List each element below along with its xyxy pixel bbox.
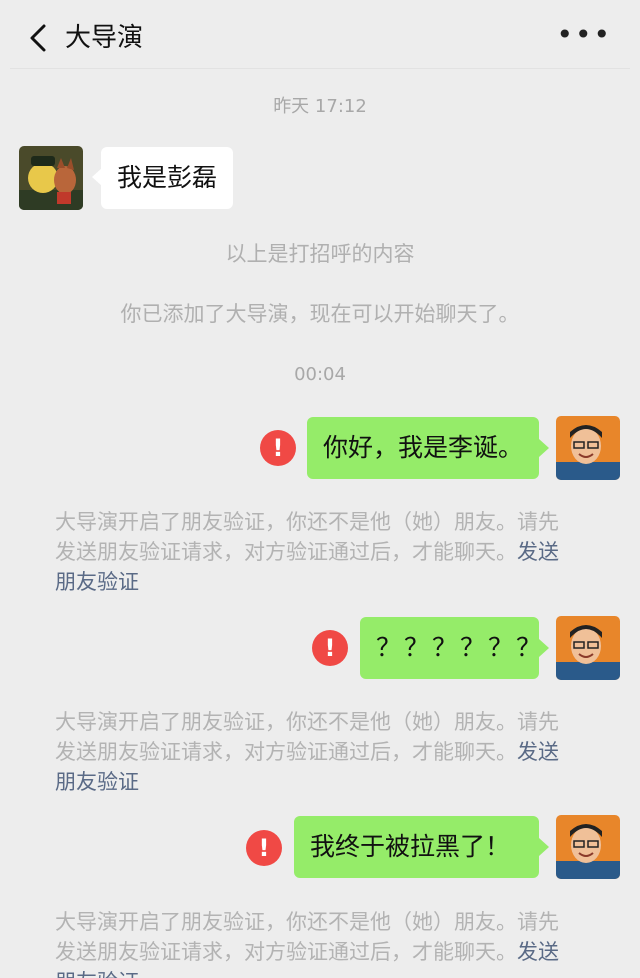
bubble-tail [539,838,549,856]
timestamp: 00:04 [294,364,346,385]
avatar-image [19,146,83,210]
user-avatar[interactable] [556,616,620,680]
message-bubble-outgoing[interactable]: 我终于被拉黑了！ [294,816,539,878]
verification-notice: 大导演开启了朋友验证，你还不是他（她）朋友。请先 发送朋友验证请求，对方验证通过… [55,507,595,597]
timestamp: 昨天 17:12 [273,96,367,117]
send-failed-icon[interactable]: ! [312,630,348,666]
avatar-image [556,616,620,680]
bubble-tail [539,639,549,657]
send-failed-icon[interactable]: ! [246,830,282,866]
message-bubble-outgoing[interactable]: ？？？？？？ [360,617,541,679]
verification-notice: 大导演开启了朋友验证，你还不是他（她）朋友。请先 发送朋友验证请求，对方验证通过… [55,907,595,978]
send-verification-link[interactable]: 发送 [517,940,559,964]
more-options-button[interactable]: ••• [556,20,612,50]
bubble-tail [539,439,549,457]
user-avatar[interactable] [556,815,620,879]
send-failed-icon[interactable]: ! [260,430,296,466]
contact-avatar[interactable] [19,146,83,210]
message-bubble-outgoing[interactable]: 你好，我是李诞。 [307,417,539,479]
message-bubble-incoming[interactable]: 我是彭磊 [101,147,234,209]
chevron-left-icon [30,24,46,52]
send-verification-link[interactable]: 朋友验证 [55,567,595,597]
avatar-image [556,416,620,480]
send-verification-link[interactable]: 朋友验证 [55,767,595,797]
chat-window: 大导演 ••• 昨天 17:12 我是彭磊 以上是打招呼的内容 你已添加了大导演… [10,8,630,978]
back-button[interactable] [20,16,60,60]
verification-notice: 大导演开启了朋友验证，你还不是他（她）朋友。请先 发送朋友验证请求，对方验证通过… [55,707,595,797]
chat-header: 大导演 ••• [10,8,630,69]
send-verification-link[interactable]: 发送 [517,540,559,564]
chat-title: 大导演 [65,23,144,53]
send-verification-link[interactable]: 朋友验证 [55,967,595,978]
system-message: 你已添加了大导演，现在可以开始聊天了。 [120,302,520,326]
avatar-image [556,815,620,879]
user-avatar[interactable] [556,416,620,480]
system-message: 以上是打招呼的内容 [225,242,415,266]
send-verification-link[interactable]: 发送 [517,740,559,764]
